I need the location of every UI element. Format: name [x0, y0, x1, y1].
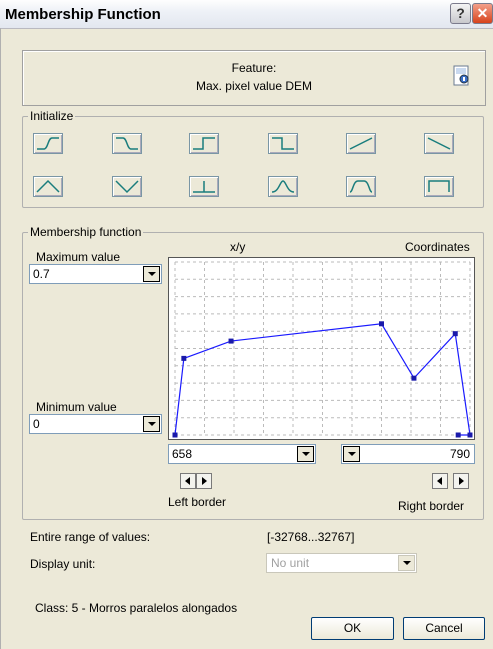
- inverted-triangle-icon: [115, 180, 139, 194]
- triangle-icon: [36, 179, 60, 193]
- about-range-icon: [349, 180, 373, 193]
- smaller-than-button[interactable]: [112, 133, 142, 154]
- about-range-button[interactable]: [346, 176, 376, 197]
- full-range-icon: [428, 180, 450, 192]
- curve-point-1[interactable]: [181, 355, 187, 361]
- singleton-button[interactable]: [189, 176, 219, 197]
- feature-icon[interactable]: [453, 65, 471, 87]
- curve-point-4[interactable]: [411, 375, 417, 381]
- min-value-combo[interactable]: 0: [29, 414, 162, 434]
- initialize-group: [22, 116, 484, 208]
- linear-increase-icon: [349, 137, 373, 150]
- right-border-decrease-button[interactable]: [432, 473, 448, 489]
- gaussian-button[interactable]: [268, 176, 298, 197]
- chevron-down-icon[interactable]: [297, 446, 314, 462]
- curve-point-0[interactable]: [172, 432, 178, 438]
- cancel-button[interactable]: Cancel: [403, 617, 485, 640]
- range-label: Entire range of values:: [30, 530, 151, 544]
- right-border-increase-button[interactable]: [453, 473, 469, 489]
- arrow-left-icon: [437, 477, 442, 485]
- curve-point-5[interactable]: [452, 331, 458, 337]
- chart-svg[interactable]: [169, 258, 474, 439]
- curve-point-2[interactable]: [228, 338, 234, 344]
- smaller-than-boolean-button[interactable]: [268, 133, 298, 154]
- triangle-button[interactable]: [33, 176, 63, 197]
- display-unit-value: No unit: [271, 556, 310, 570]
- chevron-down-icon[interactable]: [143, 416, 160, 432]
- larger-than-icon: [37, 137, 59, 150]
- display-unit-label: Display unit:: [30, 557, 96, 571]
- smaller-than-icon: [116, 137, 138, 150]
- chevron-down-icon[interactable]: [143, 266, 160, 282]
- linear-decrease-icon: [427, 137, 451, 150]
- membership-chart[interactable]: [168, 257, 475, 440]
- max-value-text: 0.7: [33, 267, 50, 281]
- gaussian-icon: [271, 180, 295, 193]
- left-border-combo[interactable]: 658: [168, 444, 316, 464]
- smaller-than-boolean-icon: [272, 137, 294, 150]
- linear-increase-button[interactable]: [346, 133, 376, 154]
- left-border-value: 658: [172, 447, 193, 461]
- arrow-right-icon: [459, 477, 464, 485]
- chevron-down-icon[interactable]: [398, 555, 415, 571]
- min-value-label: Minimum value: [36, 400, 117, 414]
- help-button[interactable]: ?: [450, 3, 471, 24]
- larger-than-boolean-button[interactable]: [189, 133, 219, 154]
- curve-point-6[interactable]: [467, 432, 473, 438]
- feature-panel: Feature: Max. pixel value DEM: [22, 50, 486, 106]
- curve-point-3[interactable]: [379, 321, 384, 327]
- close-button[interactable]: ✕: [472, 3, 493, 24]
- right-border-label: Right border: [398, 499, 465, 513]
- curve-point-7[interactable]: [455, 432, 461, 438]
- singleton-icon: [193, 181, 215, 193]
- chevron-down-icon[interactable]: [343, 446, 360, 462]
- arrow-right-icon: [202, 477, 207, 485]
- window-title: Membership Function: [5, 6, 161, 23]
- feature-name: Max. pixel value DEM: [195, 79, 313, 93]
- chart-header-left: x/y: [230, 240, 246, 254]
- title-bar: Membership Function ? ✕: [0, 0, 493, 29]
- display-unit-combo[interactable]: No unit: [266, 553, 417, 573]
- class-text: Class: 5 - Morros paralelos alongados: [35, 601, 238, 615]
- larger-than-boolean-icon: [193, 137, 215, 150]
- right-border-value: 790: [449, 447, 470, 461]
- inverted-triangle-button[interactable]: [112, 176, 142, 197]
- left-border-increase-button[interactable]: [196, 473, 212, 489]
- chart-header-right: Coordinates: [405, 240, 470, 254]
- arrow-left-icon: [185, 477, 190, 485]
- membership-legend: Membership function: [28, 225, 144, 239]
- max-value-label: Maximum value: [36, 250, 121, 264]
- max-value-combo[interactable]: 0.7: [29, 264, 162, 284]
- window-left-edge: [0, 28, 1, 649]
- ok-button[interactable]: OK: [311, 617, 394, 640]
- full-range-button[interactable]: [424, 176, 454, 197]
- left-border-label: Left border: [168, 495, 227, 509]
- larger-than-button[interactable]: [33, 133, 63, 154]
- feature-label: Feature:: [231, 61, 277, 75]
- linear-decrease-button[interactable]: [424, 133, 454, 154]
- range-value: [-32768...32767]: [267, 530, 355, 544]
- left-border-decrease-button[interactable]: [180, 473, 196, 489]
- right-border-combo[interactable]: 790: [341, 444, 475, 464]
- min-value-text: 0: [33, 417, 40, 431]
- initialize-legend: Initialize: [28, 109, 76, 123]
